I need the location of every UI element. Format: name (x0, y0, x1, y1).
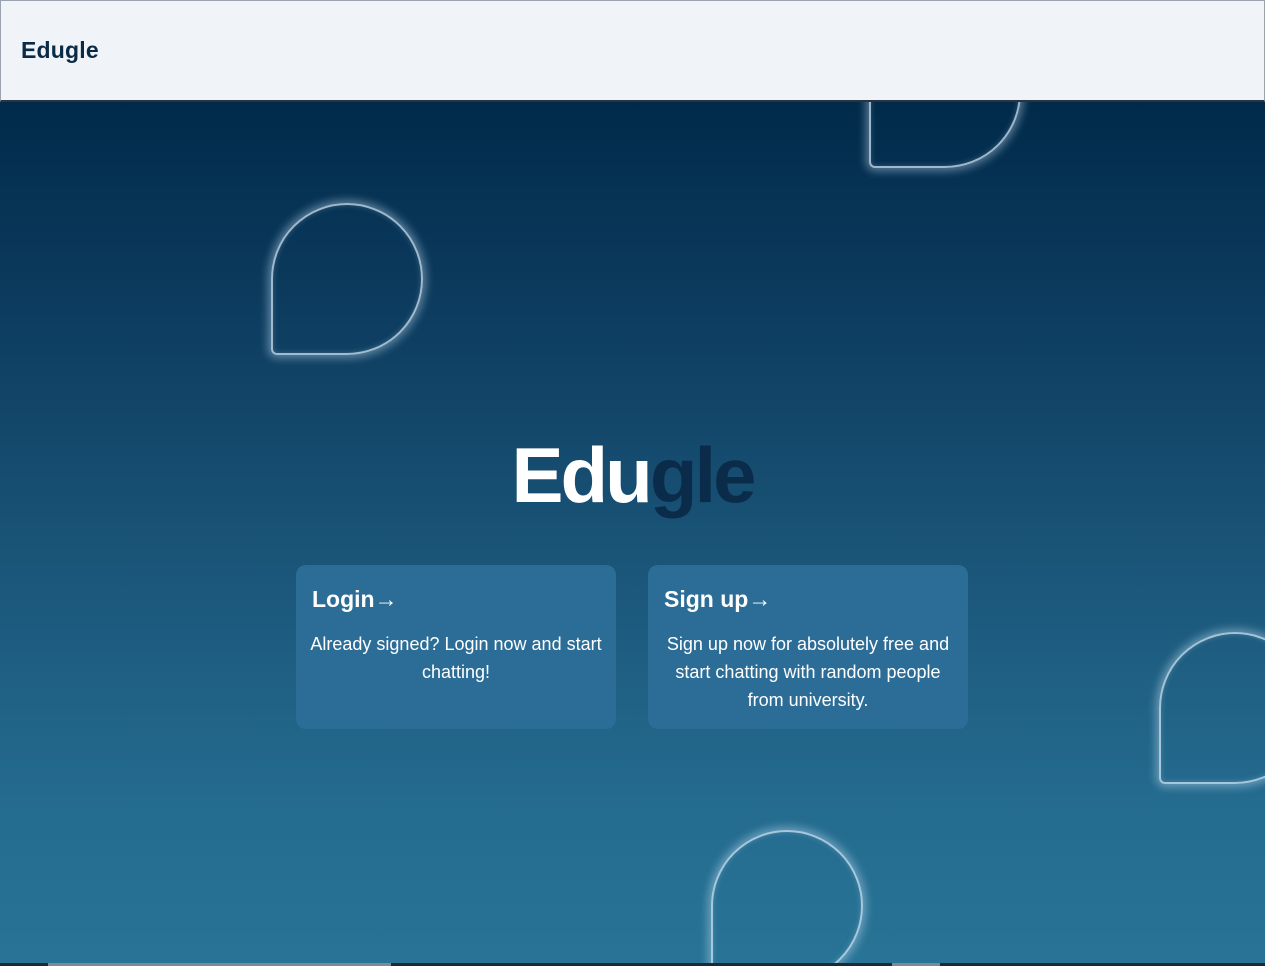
navbar-brand[interactable]: Edugle (21, 37, 99, 64)
top-navbar: Edugle (0, 0, 1265, 102)
hero-title-part2: gle (649, 431, 757, 519)
hero-title-part1: Edu (511, 431, 652, 519)
page: Edugle Edugle Login→ Already signed? Log… (0, 0, 1265, 966)
signup-card[interactable]: Sign up→ Sign up now for absolutely free… (648, 565, 968, 729)
hero-title: Edugle (0, 436, 1265, 514)
signup-card-description: Sign up now for absolutely free and star… (666, 634, 950, 710)
chat-bubble-icon (1159, 632, 1265, 784)
chat-bubble-icon (271, 203, 423, 355)
login-card-title[interactable]: Login→ (312, 586, 398, 613)
login-card-description: Already signed? Login now and start chat… (310, 634, 602, 682)
login-card[interactable]: Login→ Already signed? Login now and sta… (296, 565, 616, 729)
chat-bubble-icon (711, 830, 863, 966)
signup-card-title[interactable]: Sign up→ (664, 586, 771, 613)
